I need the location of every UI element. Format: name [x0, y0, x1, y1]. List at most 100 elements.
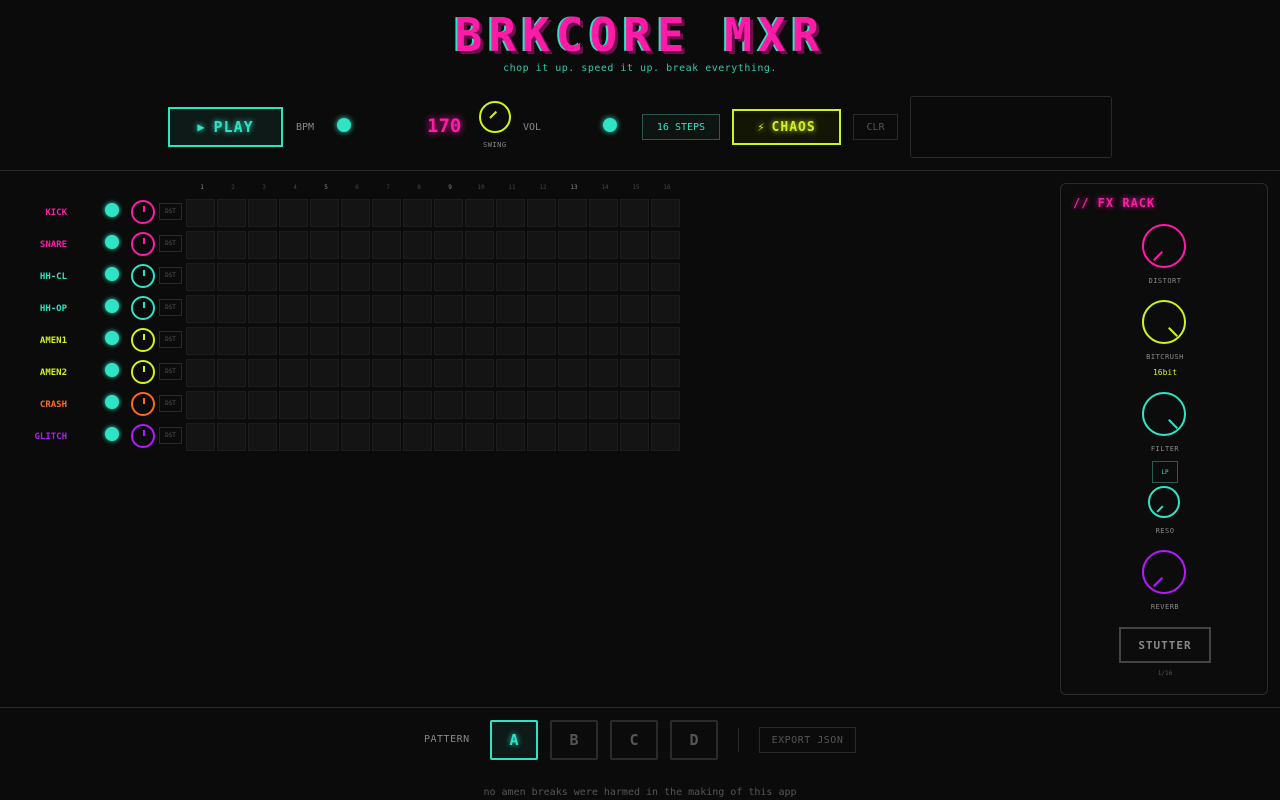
pattern-b-button[interactable]: B [550, 720, 598, 760]
export-json-button[interactable]: EXPORT JSON [759, 727, 856, 753]
step-cell[interactable] [589, 423, 618, 451]
step-cell[interactable] [496, 295, 525, 323]
step-cell[interactable] [620, 391, 649, 419]
step-cell[interactable] [372, 359, 401, 387]
track-pitch-knob[interactable] [131, 296, 155, 320]
step-cell[interactable] [620, 423, 649, 451]
step-cell[interactable] [248, 327, 277, 355]
step-cell[interactable] [558, 391, 587, 419]
step-cell[interactable] [527, 359, 556, 387]
step-cell[interactable] [217, 391, 246, 419]
step-cell[interactable] [558, 327, 587, 355]
step-cell[interactable] [527, 199, 556, 227]
track-volume-handle[interactable] [105, 395, 119, 409]
step-cell[interactable] [620, 359, 649, 387]
step-cell[interactable] [310, 359, 339, 387]
track-pitch-knob[interactable] [131, 232, 155, 256]
track-distort-button[interactable]: DST [159, 203, 182, 220]
step-cell[interactable] [217, 263, 246, 291]
step-cell[interactable] [434, 199, 463, 227]
step-cell[interactable] [651, 295, 680, 323]
step-cell[interactable] [217, 231, 246, 259]
track-volume-handle[interactable] [105, 363, 119, 377]
step-cell[interactable] [310, 295, 339, 323]
step-cell[interactable] [310, 231, 339, 259]
step-cell[interactable] [217, 295, 246, 323]
step-cell[interactable] [403, 327, 432, 355]
step-cell[interactable] [589, 263, 618, 291]
step-cell[interactable] [279, 391, 308, 419]
step-cell[interactable] [589, 359, 618, 387]
track-distort-button[interactable]: DST [159, 267, 182, 284]
step-cell[interactable] [465, 391, 494, 419]
step-cell[interactable] [279, 359, 308, 387]
track-distort-button[interactable]: DST [159, 235, 182, 252]
step-cell[interactable] [589, 327, 618, 355]
track-pitch-knob[interactable] [131, 424, 155, 448]
step-cell[interactable] [217, 199, 246, 227]
step-cell[interactable] [496, 359, 525, 387]
track-distort-button[interactable]: DST [159, 363, 182, 380]
step-cell[interactable] [403, 295, 432, 323]
step-cell[interactable] [186, 231, 215, 259]
step-cell[interactable] [434, 423, 463, 451]
step-cell[interactable] [496, 199, 525, 227]
step-cell[interactable] [620, 295, 649, 323]
step-cell[interactable] [341, 263, 370, 291]
step-cell[interactable] [589, 231, 618, 259]
step-cell[interactable] [558, 359, 587, 387]
step-cell[interactable] [651, 199, 680, 227]
step-cell[interactable] [434, 327, 463, 355]
step-cell[interactable] [434, 391, 463, 419]
step-cell[interactable] [310, 423, 339, 451]
track-pitch-knob[interactable] [131, 360, 155, 384]
step-cell[interactable] [279, 263, 308, 291]
step-cell[interactable] [589, 295, 618, 323]
track-pitch-knob[interactable] [131, 200, 155, 224]
step-cell[interactable] [186, 327, 215, 355]
step-cell[interactable] [279, 327, 308, 355]
track-distort-button[interactable]: DST [159, 331, 182, 348]
step-cell[interactable] [279, 295, 308, 323]
step-cell[interactable] [465, 199, 494, 227]
step-cell[interactable] [310, 199, 339, 227]
step-cell[interactable] [248, 295, 277, 323]
step-cell[interactable] [434, 263, 463, 291]
step-cell[interactable] [310, 391, 339, 419]
track-distort-button[interactable]: DST [159, 395, 182, 412]
step-cell[interactable] [186, 263, 215, 291]
step-cell[interactable] [620, 327, 649, 355]
step-cell[interactable] [403, 423, 432, 451]
step-cell[interactable] [341, 423, 370, 451]
step-cell[interactable] [186, 295, 215, 323]
step-cell[interactable] [651, 423, 680, 451]
step-cell[interactable] [186, 391, 215, 419]
step-cell[interactable] [372, 295, 401, 323]
step-cell[interactable] [620, 263, 649, 291]
step-cell[interactable] [558, 263, 587, 291]
step-cell[interactable] [589, 199, 618, 227]
track-volume-handle[interactable] [105, 299, 119, 313]
step-cell[interactable] [496, 391, 525, 419]
step-cell[interactable] [248, 199, 277, 227]
step-cell[interactable] [465, 263, 494, 291]
step-cell[interactable] [341, 359, 370, 387]
step-cell[interactable] [527, 231, 556, 259]
step-cell[interactable] [341, 295, 370, 323]
step-cell[interactable] [403, 263, 432, 291]
step-cell[interactable] [558, 423, 587, 451]
step-cell[interactable] [496, 423, 525, 451]
step-cell[interactable] [372, 231, 401, 259]
track-volume-handle[interactable] [105, 267, 119, 281]
step-cell[interactable] [341, 327, 370, 355]
reverb-knob[interactable] [1142, 550, 1186, 594]
step-cell[interactable] [186, 199, 215, 227]
step-cell[interactable] [558, 199, 587, 227]
distort-knob[interactable] [1142, 224, 1186, 268]
step-cell[interactable] [279, 231, 308, 259]
step-cell[interactable] [651, 359, 680, 387]
track-volume-handle[interactable] [105, 235, 119, 249]
step-cell[interactable] [341, 231, 370, 259]
step-cell[interactable] [403, 231, 432, 259]
track-volume-handle[interactable] [105, 331, 119, 345]
